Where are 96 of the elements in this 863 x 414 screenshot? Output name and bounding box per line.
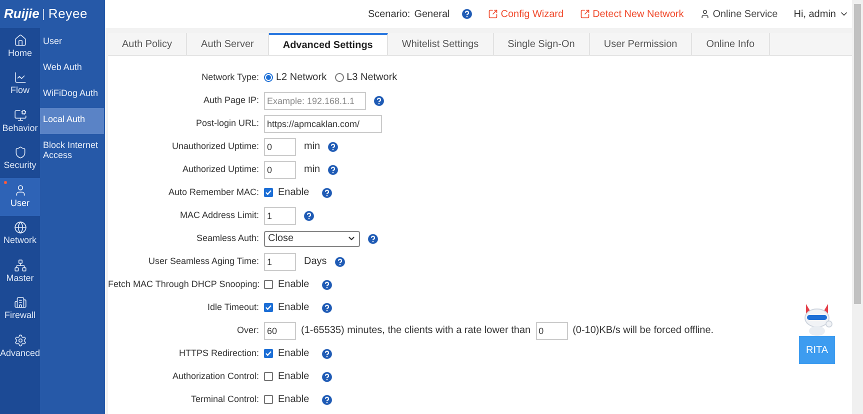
checkbox[interactable] — [264, 349, 273, 358]
text-field[interactable]: 0 — [264, 138, 296, 156]
nav-icon — [14, 146, 26, 159]
nav-icon — [14, 296, 26, 309]
text-field[interactable]: 1 — [264, 252, 296, 270]
radio-button[interactable] — [264, 73, 273, 82]
checkbox[interactable] — [264, 280, 273, 289]
radio-button[interactable] — [334, 73, 344, 82]
dropdown[interactable]: Close — [264, 230, 360, 246]
header-link[interactable]: Online Service — [700, 6, 778, 22]
field-label: User Seamless Aging Time: — [147, 254, 260, 268]
text-field[interactable]: 0 — [264, 160, 296, 178]
nav-icon — [14, 221, 26, 234]
logo[interactable]: Ruijie Reyee — [0, 0, 105, 28]
help-icon[interactable] — [322, 188, 332, 198]
help-icon[interactable] — [322, 394, 332, 404]
help-icon[interactable] — [462, 9, 472, 19]
scenario-value: General — [414, 8, 450, 22]
header-link[interactable]: Detect New Network — [580, 6, 684, 22]
nav-icon — [14, 71, 26, 84]
text-field[interactable]: https://apmcaklan.com/ — [264, 114, 382, 132]
nav-icon — [14, 258, 26, 272]
help-icon[interactable] — [322, 302, 332, 312]
nav-item[interactable]: Security — [0, 140, 40, 178]
field-label: Terminal Control: — [190, 392, 260, 406]
text-field[interactable]: 60 — [264, 322, 296, 340]
field-label: Auto Remember MAC: — [167, 186, 260, 199]
help-icon[interactable] — [322, 372, 332, 382]
unit-label: min — [304, 163, 320, 177]
tab[interactable]: User Permission — [590, 33, 692, 55]
field-label: MAC Address Limit: — [178, 208, 260, 222]
submenu-item[interactable]: Web Auth — [40, 56, 104, 82]
checkbox[interactable] — [264, 303, 273, 312]
help-icon[interactable] — [328, 164, 338, 174]
submenu-item[interactable]: User — [40, 30, 104, 56]
checkbox[interactable] — [264, 188, 273, 197]
field-label: Idle Timeout: — [206, 300, 260, 314]
help-icon[interactable] — [304, 210, 314, 220]
checkbox-label: Enable — [278, 186, 310, 200]
nav-icon — [14, 334, 26, 346]
checkbox-label: Enable — [278, 370, 310, 384]
tab[interactable]: Auth Policy — [108, 33, 188, 55]
nav-item[interactable]: Flow — [0, 66, 40, 103]
submenu-item[interactable]: WiFiDog Auth — [40, 82, 104, 108]
field-label: Fetch MAC Through DHCP Snooping: — [108, 278, 261, 291]
checkbox-label: Enable — [278, 278, 310, 292]
header-link[interactable]: Config Wizard — [488, 6, 564, 22]
nav-item[interactable]: Firewall — [0, 290, 40, 328]
tab[interactable]: Single Sign-On — [494, 33, 590, 55]
submenu-item[interactable]: Local Auth — [40, 108, 104, 134]
checkbox-label: Enable — [278, 301, 310, 315]
field-label: Auth Page IP: — [202, 94, 260, 107]
radio-label: L3 Network — [346, 71, 398, 85]
field-label: Seamless Auth: — [195, 232, 260, 245]
hint-text: (0-10)KB/s will be forced offline. — [572, 324, 714, 338]
scenario-label: Scenario: — [368, 8, 410, 22]
help-icon[interactable] — [328, 142, 338, 152]
help-icon[interactable] — [334, 256, 345, 266]
help-icon[interactable] — [374, 96, 384, 106]
nav-icon — [14, 108, 26, 122]
unit-label: min — [304, 140, 320, 154]
help-icon[interactable] — [322, 280, 332, 290]
field-label: Network Type: — [200, 70, 260, 84]
person-icon — [700, 9, 710, 19]
hint-text: (1-65535) minutes, the clients with a rate lower than — [301, 324, 531, 338]
radio-label: L2 Network — [276, 71, 327, 85]
help-icon[interactable] — [322, 348, 332, 358]
tab[interactable]: Advanced Settings — [268, 33, 388, 55]
checkbox-label: Enable — [278, 347, 310, 361]
field-label: Post-login URL: — [194, 116, 260, 130]
field-label: Over: — [236, 324, 260, 337]
checkbox[interactable] — [264, 372, 273, 381]
nav-item[interactable]: Behavior — [0, 103, 40, 140]
help-icon[interactable] — [368, 234, 378, 244]
nav-item[interactable]: User — [0, 178, 40, 216]
nav-icon — [14, 34, 26, 46]
user-menu[interactable]: Hi, admin — [794, 6, 849, 22]
nav-icon — [14, 184, 26, 196]
field-label: Authorization Control: — [171, 370, 260, 383]
tab[interactable]: Online Info — [692, 33, 770, 55]
checkbox[interactable] — [264, 395, 273, 404]
nav-item[interactable]: Master — [0, 253, 40, 290]
nav-item[interactable]: Network — [0, 216, 40, 253]
chevron-icon — [347, 234, 356, 243]
text-field[interactable]: 1 — [264, 206, 296, 224]
nav-item[interactable]: Home — [0, 28, 40, 66]
unit-label: Days — [304, 255, 327, 269]
field-label: Authorized Uptime: — [181, 162, 260, 176]
nav-item[interactable]: Advanced — [0, 328, 40, 366]
checkbox-label: Enable — [278, 393, 310, 407]
text-field[interactable]: Example: 192.168.1.1 — [264, 92, 366, 110]
submenu-item[interactable]: Block Internet Access — [40, 134, 104, 166]
field-label: HTTPS Redirection: — [178, 346, 260, 360]
text-field[interactable]: 0 — [536, 322, 568, 340]
tab[interactable]: Whitelist Settings — [388, 33, 494, 55]
field-label: Unauthorized Uptime: — [170, 140, 260, 153]
